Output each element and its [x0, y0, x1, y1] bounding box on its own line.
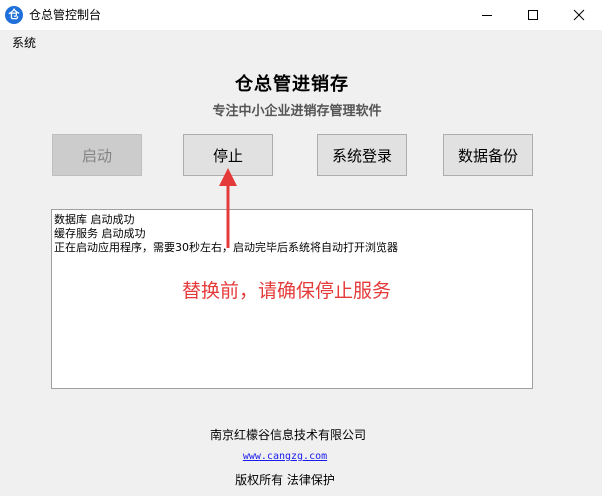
menu-bar: 系统 — [0, 30, 602, 52]
app-logo-icon: 仓 — [5, 6, 23, 24]
copyright-text: 版权所有 法律保护 — [235, 473, 335, 487]
log-line: 数据库 启动成功 — [54, 213, 135, 226]
close-button[interactable] — [556, 0, 602, 30]
start-button[interactable]: 启动 — [52, 134, 142, 176]
window-title: 仓总管控制台 — [29, 8, 102, 22]
close-icon — [573, 9, 585, 21]
app-subtitle: 专注中小企业进销存管理软件 — [212, 104, 382, 119]
app-title: 仓总管进销存 — [235, 74, 349, 95]
minimize-button[interactable] — [464, 0, 510, 30]
maximize-icon — [528, 10, 538, 20]
maximize-button[interactable] — [510, 0, 556, 30]
log-line: 正在启动应用程序，需要30秒左右，启动完毕后系统将自动打开浏览器 — [54, 241, 398, 254]
title-bar[interactable]: 仓 仓总管控制台 — [0, 0, 602, 30]
minimize-icon — [482, 15, 492, 16]
website-link[interactable]: www.cangzg.com — [0, 451, 570, 462]
data-backup-button[interactable]: 数据备份 — [443, 134, 533, 176]
annotation-text: 替换前，请确保停止服务 — [182, 280, 392, 302]
company-name: 南京红檬谷信息技术有限公司 — [209, 428, 366, 442]
menu-item-system[interactable]: 系统 — [8, 35, 40, 51]
annotation-arrow-icon — [219, 168, 237, 248]
log-line: 缓存服务 启动成功 — [54, 227, 146, 240]
system-login-button[interactable]: 系统登录 — [317, 134, 407, 176]
